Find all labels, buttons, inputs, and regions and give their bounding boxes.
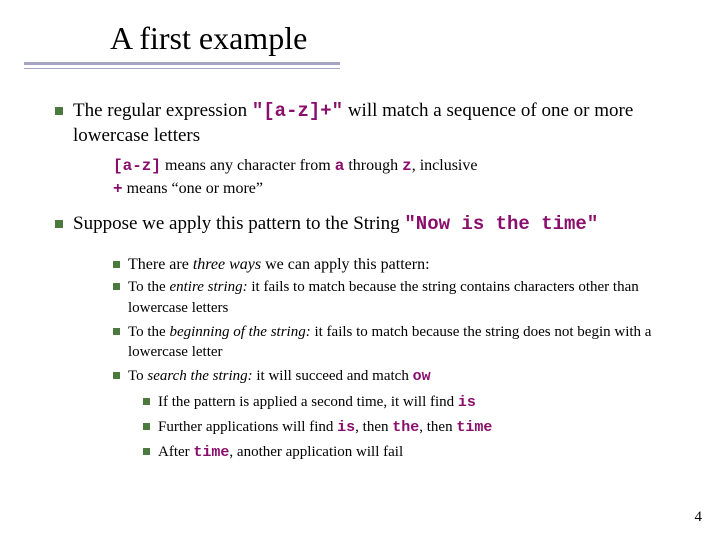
square-bullet-icon — [55, 107, 63, 115]
bullet-text: To the beginning of the string: it fails… — [128, 322, 690, 363]
bullet-level3: To search the string: it will succeed an… — [113, 366, 690, 387]
square-bullet-icon — [113, 328, 120, 335]
code-snippet: time — [193, 444, 229, 461]
code-snippet: z — [402, 157, 412, 175]
code-snippet: time — [456, 419, 492, 436]
code-snippet: is — [458, 394, 476, 411]
bullet-text: Further applications will find is, then … — [158, 417, 492, 438]
square-bullet-icon — [55, 220, 63, 228]
code-snippet: a — [335, 157, 345, 175]
bullet-text: Suppose we apply this pattern to the Str… — [73, 212, 598, 237]
bullet-level4: If the pattern is applied a second time,… — [143, 392, 690, 413]
code-snippet: "[a-z]+" — [252, 100, 343, 122]
bullet-text: To the entire string: it fails to match … — [128, 277, 690, 318]
bullet-level1: Suppose we apply this pattern to the Str… — [55, 212, 690, 237]
bullet-text: There are three ways we can apply this p… — [128, 255, 430, 276]
code-snippet: is — [337, 419, 355, 436]
sub-line: + means “one or more” — [113, 179, 690, 200]
bullet-level1: The regular expression "[a-z]+" will mat… — [55, 99, 690, 148]
title-underline-thin — [24, 68, 340, 69]
code-snippet: "Now is the time" — [404, 213, 598, 235]
square-bullet-icon — [143, 398, 150, 405]
code-snippet: the — [392, 419, 419, 436]
square-bullet-icon — [113, 283, 120, 290]
square-bullet-icon — [143, 448, 150, 455]
bullet-level3: To the entire string: it fails to match … — [113, 277, 690, 318]
code-snippet: [a-z] — [113, 157, 161, 175]
bullet-level4: After time, another application will fai… — [143, 442, 690, 463]
bullet-text: The regular expression "[a-z]+" will mat… — [73, 99, 690, 148]
title-underline — [24, 62, 340, 65]
code-snippet: ow — [413, 368, 431, 385]
bullet-level4: Further applications will find is, then … — [143, 417, 690, 438]
square-bullet-icon — [113, 261, 120, 268]
code-snippet: + — [113, 180, 123, 198]
slide-title-wrap: A first example — [110, 20, 690, 57]
slide-title: A first example — [110, 20, 690, 57]
page-number: 4 — [695, 509, 703, 526]
bullet-text: To search the string: it will succeed an… — [128, 366, 431, 387]
bullet-text: After time, another application will fai… — [158, 442, 403, 463]
square-bullet-icon — [143, 423, 150, 430]
square-bullet-icon — [113, 372, 120, 379]
bullet-level2: There are three ways we can apply this p… — [113, 255, 690, 276]
sub-line: [a-z] means any character from a through… — [113, 156, 690, 177]
bullet-text: If the pattern is applied a second time,… — [158, 392, 476, 413]
bullet-level3: To the beginning of the string: it fails… — [113, 322, 690, 363]
